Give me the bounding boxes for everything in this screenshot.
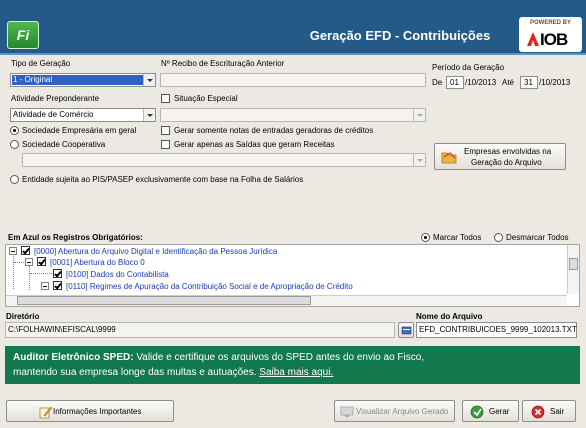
tree-connector: [13, 254, 14, 289]
folder-icon: [441, 152, 457, 164]
tree-item[interactable]: [0001] Abertura do Bloco 0: [50, 258, 145, 267]
tipo-geracao-label: Tipo de Geração: [11, 59, 71, 68]
tree-vertical-scroll-thumb[interactable]: [569, 258, 578, 270]
sociedade-empresaria-radio[interactable]: [10, 126, 19, 135]
sair-button[interactable]: Sair: [522, 400, 576, 422]
tree-item[interactable]: [0100] Dados do Contabilista: [66, 270, 169, 279]
registros-label: Em Azul os Registros Obrigatórios:: [8, 233, 143, 242]
iob-arrow-icon: [527, 32, 539, 46]
chevron-down-icon[interactable]: [143, 109, 155, 121]
tree-collapse-icon[interactable]: [25, 258, 33, 266]
informacoes-importantes-button[interactable]: Informações Importantes: [6, 400, 174, 422]
tree-checkbox[interactable]: [53, 269, 62, 278]
situacao-especial-select[interactable]: [160, 108, 426, 122]
sociedade-cooperativa-label: Sociedade Cooperativa: [22, 140, 106, 149]
tree-collapse-icon[interactable]: [41, 282, 49, 290]
periodo-de-day-input[interactable]: 01: [446, 76, 464, 89]
browse-folder-button[interactable]: [398, 322, 414, 338]
diretorio-input[interactable]: C:\FOLHAWIN\EFISCAL\9999: [5, 322, 395, 338]
periodo-ate-day-input[interactable]: 31: [520, 76, 538, 89]
empresas-envolvidas-button[interactable]: Empresas envolvidas na Geração do Arquiv…: [434, 143, 566, 170]
pis-pasep-label: Entidade sujeita ao PIS/PASEP exclusivam…: [22, 175, 304, 184]
marcar-todos-radio[interactable]: [421, 233, 430, 242]
tree-connector: [29, 266, 30, 290]
saidas-receitas-label: Gerar apenas as Saídas que geram Receita…: [174, 140, 335, 149]
atividade-select[interactable]: Atividade de Comércio: [10, 108, 156, 122]
tipo-geracao-select[interactable]: 1 - Original: [10, 73, 156, 87]
tree-item[interactable]: [0110] Regimes de Apuração da Contribuiç…: [66, 282, 353, 291]
chevron-down-icon[interactable]: [413, 109, 425, 121]
auditor-sped-text: Auditor Eletrônico SPED: Valide e certif…: [13, 352, 425, 378]
title-bar: [0, 0, 586, 53]
nome-arquivo-label: Nome do Arquivo: [416, 312, 483, 321]
chevron-down-icon[interactable]: [413, 154, 425, 166]
nome-arquivo-input[interactable]: EFD_CONTRIBUICOES_9999_102013.TXT: [416, 322, 577, 338]
recibo-label: Nº Recibo de Escrituração Anterior: [161, 59, 285, 68]
monitor-icon: [340, 406, 354, 417]
periodo-ate-month-year: /10/2013: [539, 78, 571, 87]
auditor-sped-title: Auditor Eletrônico SPED:: [13, 352, 134, 363]
tree-checkbox[interactable]: [53, 281, 62, 290]
situacao-especial-label: Situação Especial: [174, 94, 238, 103]
app-logo-icon: Fi: [7, 21, 39, 49]
window-title: Geração EFD - Contribuições: [309, 28, 491, 43]
tree-collapse-icon[interactable]: [9, 247, 17, 255]
atividade-value: Atividade de Comércio: [13, 110, 94, 119]
iob-wordmark: IOB: [540, 30, 568, 49]
marcar-todos-label: Marcar Todos: [433, 233, 482, 242]
sociedade-empresaria-label: Sociedade Empresária em geral: [22, 126, 137, 135]
visualizar-arquivo-button[interactable]: Visualizar Arquivo Gerado: [334, 400, 455, 422]
desmarcar-todos-label: Desmarcar Todos: [506, 233, 569, 242]
tree-item[interactable]: [0000] Abertura do Arquivo Digital e Ide…: [34, 247, 277, 256]
notas-entradas-label: Gerar somente notas de entradas geradora…: [174, 126, 374, 135]
pis-pasep-radio[interactable]: [10, 175, 19, 184]
pencil-note-icon: [39, 406, 53, 419]
saidas-receitas-checkbox[interactable]: [161, 140, 170, 149]
recibo-input[interactable]: [160, 73, 426, 87]
situacao-especial-checkbox[interactable]: [161, 94, 170, 103]
title-bar-divider: [0, 53, 586, 55]
close-icon: [531, 405, 545, 419]
gerar-button[interactable]: Gerar: [462, 400, 519, 422]
tree-horizontal-scroll-thumb[interactable]: [17, 296, 311, 305]
periodo-label: Período da Geração: [432, 63, 505, 72]
notas-entradas-checkbox[interactable]: [161, 126, 170, 135]
tree-checkbox[interactable]: [21, 246, 30, 255]
periodo-de-month-year: /10/2013: [465, 78, 497, 87]
periodo-de-label: De: [432, 78, 443, 87]
saiba-mais-link[interactable]: Saiba mais aqui.: [259, 367, 333, 378]
sociedade-cooperativa-radio[interactable]: [10, 140, 19, 149]
diretorio-label: Diretório: [6, 312, 40, 321]
cooperativa-select[interactable]: [22, 153, 426, 167]
atividade-label: Atividade Preponderante: [11, 94, 100, 103]
powered-by-label: POWERED BY: [529, 20, 571, 26]
tree-connector: [14, 262, 24, 263]
chevron-down-icon[interactable]: [143, 74, 155, 86]
folder-icon: [401, 326, 412, 335]
tree-connector: [30, 273, 52, 274]
tipo-geracao-value: 1 - Original: [13, 75, 53, 84]
tree-checkbox[interactable]: [37, 257, 46, 266]
periodo-ate-label: Até: [502, 78, 515, 87]
desmarcar-todos-radio[interactable]: [494, 233, 503, 242]
generate-icon: [470, 405, 484, 419]
